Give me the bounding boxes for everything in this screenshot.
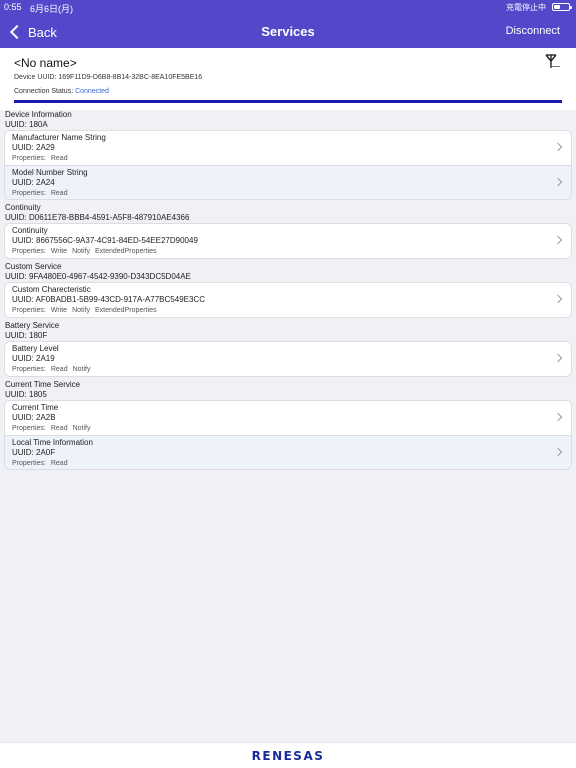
property-tag: Read bbox=[50, 190, 68, 197]
property-tag: Read bbox=[50, 155, 68, 162]
back-button-label: Back bbox=[28, 24, 57, 40]
characteristic-group: Continuity UUID: 8667556C-9A37-4C91-84ED-… bbox=[4, 223, 572, 259]
characteristic-name: Battery Level bbox=[12, 344, 59, 353]
page-title: Services bbox=[261, 24, 315, 39]
service-header: Continuity UUID: D0611E78-BBB4-4591-A5F8-… bbox=[0, 203, 576, 222]
property-tag: Write bbox=[50, 307, 68, 314]
characteristic-group: Battery Level UUID: 2A19 Properties: Read No… bbox=[4, 341, 572, 377]
characteristic-uuid: UUID: 2A29 bbox=[12, 143, 55, 152]
device-header: <No name> Device UUID: 169F11D9-D6B8-8B1… bbox=[0, 48, 576, 108]
characteristic-name: Local Time Information bbox=[12, 438, 93, 447]
property-tag: Read bbox=[50, 425, 68, 432]
properties-label: Properties: bbox=[12, 155, 46, 162]
service-name: Continuity bbox=[5, 203, 41, 212]
characteristic-row[interactable]: Custom Charecteristic UUID: AF0BADB1-5B99… bbox=[5, 283, 571, 317]
characteristic-row[interactable]: Current Time UUID: 2A2B Properties: Read Not… bbox=[5, 401, 571, 435]
characteristic-uuid: UUID: 2A24 bbox=[12, 178, 55, 187]
connection-status-value: Connected bbox=[75, 88, 109, 95]
antenna-icon[interactable] bbox=[544, 53, 558, 73]
characteristic-properties: Properties: Read bbox=[12, 458, 571, 469]
property-tag: Notify bbox=[72, 248, 90, 255]
characteristic-row[interactable]: Battery Level UUID: 2A19 Properties: Read No… bbox=[5, 342, 571, 376]
footer: RENESAS bbox=[0, 742, 576, 768]
property-tag: Notify bbox=[72, 307, 90, 314]
characteristic-name: Current Time bbox=[12, 403, 59, 412]
status-time: 0:55 bbox=[4, 2, 22, 12]
characteristic-uuid: UUID: AF0BADB1-5B99-43CD-917A-A77BC549E3… bbox=[12, 295, 205, 304]
chevron-left-icon bbox=[9, 24, 25, 40]
characteristic-group: Manufacturer Name String UUID: 2A29 Proper… bbox=[4, 130, 572, 200]
characteristic-properties: Properties: Write Notify ExtendedProperties bbox=[12, 305, 571, 316]
service-name: Battery Service bbox=[5, 321, 60, 330]
characteristic-name: Continuity bbox=[12, 226, 48, 235]
service-name: Custom Service bbox=[5, 262, 62, 271]
characteristic-name: Model Number String bbox=[12, 168, 88, 177]
connection-status-label: Connection Status: bbox=[14, 88, 76, 95]
disconnect-button[interactable]: Disconnect bbox=[506, 25, 560, 37]
service-uuid: UUID: 1805 bbox=[5, 389, 47, 399]
properties-label: Properties: bbox=[12, 190, 46, 197]
connection-status: Connection Status: Connected bbox=[14, 88, 109, 95]
characteristic-properties: Properties: Read bbox=[12, 188, 571, 199]
property-tag: ExtendedProperties bbox=[94, 307, 157, 314]
properties-label: Properties: bbox=[12, 307, 46, 314]
property-tag: Read bbox=[50, 460, 68, 467]
characteristic-row[interactable]: Manufacturer Name String UUID: 2A29 Proper… bbox=[5, 131, 571, 165]
connection-progress-bar bbox=[14, 100, 562, 103]
characteristic-group: Current Time UUID: 2A2B Properties: Read Not… bbox=[4, 400, 572, 470]
properties-label: Properties: bbox=[12, 425, 46, 432]
battery-icon bbox=[552, 3, 572, 11]
service-name: Current Time Service bbox=[5, 380, 81, 389]
device-uuid: Device UUID: 169F11D9-D6B8-8B14-32BC-8EA… bbox=[14, 74, 203, 81]
properties-label: Properties: bbox=[12, 366, 46, 373]
property-tag: Notify bbox=[72, 425, 91, 432]
characteristic-uuid: UUID: 2A2B bbox=[12, 413, 56, 422]
characteristic-row[interactable]: Model Number String UUID: 2A24 Properties:… bbox=[5, 165, 571, 199]
characteristic-properties: Properties: Read Notify bbox=[12, 364, 571, 375]
characteristic-name: Custom Charecteristic bbox=[12, 285, 91, 294]
characteristic-row[interactable]: Local Time Information UUID: 2A0F Properti… bbox=[5, 435, 571, 469]
connection-progress-fill bbox=[14, 100, 562, 103]
characteristic-group: Custom Charecteristic UUID: AF0BADB1-5B99… bbox=[4, 282, 572, 318]
service-uuid: UUID: D0611E78-BBB4-4591-A5F8-487910AE43… bbox=[5, 212, 190, 222]
characteristic-name: Manufacturer Name String bbox=[12, 133, 106, 142]
device-name: <No name> bbox=[14, 56, 77, 70]
characteristic-properties: Properties: Write Notify ExtendedProperties bbox=[12, 246, 571, 257]
characteristic-row[interactable]: Continuity UUID: 8667556C-9A37-4C91-84ED-… bbox=[5, 224, 571, 258]
service-uuid: UUID: 180A bbox=[5, 119, 48, 129]
service-uuid: UUID: 9FA480E0-4967-4542-9390-D343DC5D04… bbox=[5, 271, 191, 281]
services-list: Device Information UUID: 180A Manufacturer… bbox=[0, 110, 576, 742]
property-tag: Write bbox=[50, 248, 68, 255]
service-uuid: UUID: 180F bbox=[5, 330, 48, 340]
property-tag: Read bbox=[50, 366, 68, 373]
characteristic-uuid: UUID: 2A0F bbox=[12, 448, 56, 457]
status-date: 6月6日(月) bbox=[30, 4, 74, 14]
characteristic-uuid: UUID: 8667556C-9A37-4C91-84ED-54EE27D900… bbox=[12, 236, 198, 245]
service-header: Current Time Service UUID: 1805 bbox=[0, 380, 576, 399]
status-charge-text: 充電停止中 bbox=[506, 3, 546, 12]
property-tag: ExtendedProperties bbox=[94, 248, 157, 255]
characteristic-uuid: UUID: 2A19 bbox=[12, 354, 55, 363]
characteristic-properties: Properties: Read bbox=[12, 153, 571, 164]
properties-label: Properties: bbox=[12, 248, 46, 255]
service-name: Device Information bbox=[5, 110, 72, 119]
service-header: Battery Service UUID: 180F bbox=[0, 321, 576, 340]
service-header: Custom Service UUID: 9FA480E0-4967-4542-9… bbox=[0, 262, 576, 281]
renesas-logo: RENESAS bbox=[251, 749, 325, 763]
nav-bar: 0:55 6月6日(月) 充電停止中 Back Services Disconn… bbox=[0, 0, 576, 48]
back-button[interactable]: Back bbox=[8, 22, 57, 42]
properties-label: Properties: bbox=[12, 460, 46, 467]
service-header: Device Information UUID: 180A bbox=[0, 110, 576, 129]
antenna-divider bbox=[552, 66, 560, 67]
battery-level-fill bbox=[554, 5, 560, 9]
property-tag: Notify bbox=[72, 366, 91, 373]
characteristic-properties: Properties: Read Notify bbox=[12, 423, 571, 434]
